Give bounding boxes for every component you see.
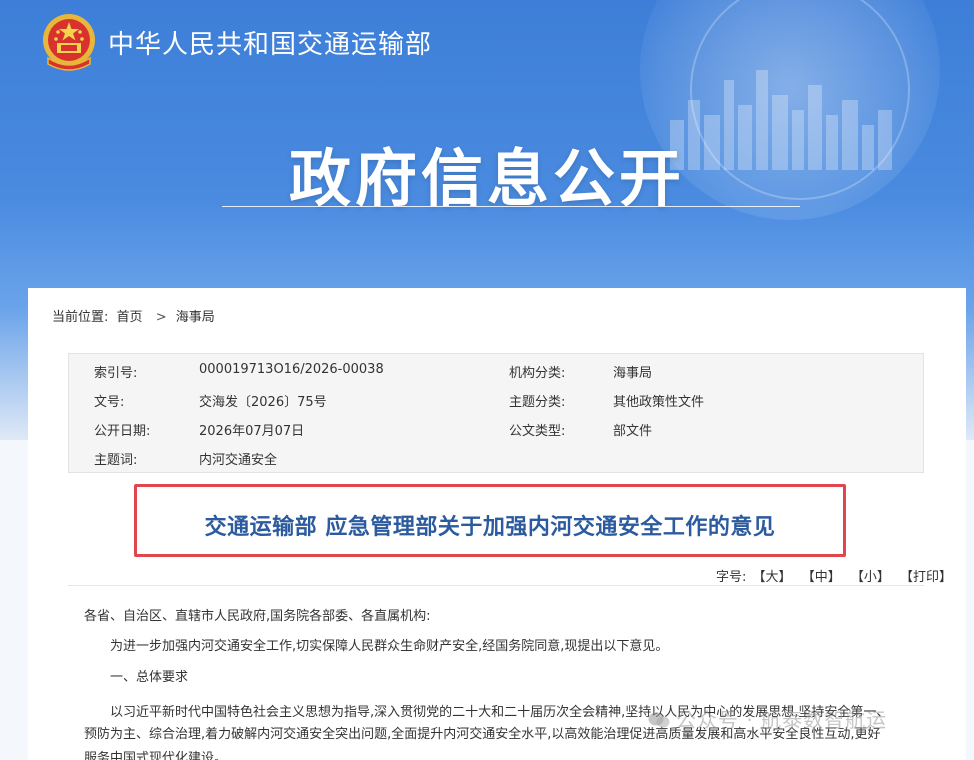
meta-value: 海事局	[613, 366, 653, 381]
national-emblem-icon	[43, 14, 95, 71]
banner-title: 政府信息公开	[288, 142, 685, 215]
banner-underline	[222, 206, 800, 207]
font-size-large-button[interactable]: 【大】	[753, 570, 792, 585]
font-size-controls: 字号: 【大】 【中】 【小】 【打印】	[716, 566, 958, 585]
breadcrumb-separator: >	[155, 310, 167, 325]
meta-value: 000019713O16/2026-00038	[199, 362, 384, 377]
meta-row: 文号: 交海发〔2026〕75号 主题分类: 其他政策性文件	[69, 383, 923, 412]
font-size-small-button[interactable]: 【小】	[851, 570, 890, 585]
wechat-icon	[648, 712, 670, 728]
content-panel: 当前位置: 首页 > 海事局 索引号: 000019713O16/2026-00…	[28, 288, 966, 760]
watermark: 公众号 · 航泰数智航运	[648, 704, 887, 733]
document-title: 交通运输部 应急管理部关于加强内河交通安全工作的意见	[204, 515, 776, 540]
font-size-label: 字号:	[716, 570, 747, 585]
watermark-text: 公众号 · 航泰数智航运	[676, 708, 888, 732]
document-meta-table: 索引号: 000019713O16/2026-00038 机构分类: 海事局 文…	[68, 353, 924, 473]
meta-value: 其他政策性文件	[613, 395, 705, 410]
meta-key: 公开日期:	[94, 424, 151, 439]
paragraph-line: 服务中国式现代化建设。	[84, 751, 228, 760]
salutation: 各省、自治区、直辖市人民政府,国务院各部委、各直属机构:	[84, 609, 431, 624]
meta-row: 索引号: 000019713O16/2026-00038 机构分类: 海事局	[69, 354, 923, 383]
meta-value: 交海发〔2026〕75号	[199, 395, 327, 410]
meta-value: 部文件	[613, 424, 653, 439]
breadcrumb-maritime-link[interactable]: 海事局	[176, 310, 215, 325]
breadcrumb-label: 当前位置:	[52, 310, 109, 325]
intro-paragraph: 为进一步加强内河交通安全工作,切实保障人民群众生命财产安全,经国务院同意,现提出…	[110, 639, 669, 654]
breadcrumb: 当前位置: 首页 > 海事局	[52, 306, 219, 325]
print-button[interactable]: 【打印】	[900, 570, 952, 585]
document-title-highlight: 交通运输部 应急管理部关于加强内河交通安全工作的意见	[134, 484, 846, 557]
meta-value: 2026年07月07日	[199, 424, 305, 439]
meta-value: 内河交通安全	[199, 453, 278, 468]
section-heading: 一、总体要求	[110, 670, 189, 685]
meta-key: 机构分类:	[509, 366, 566, 381]
meta-key: 文号:	[94, 395, 125, 410]
divider	[68, 585, 924, 586]
meta-row: 主题词: 内河交通安全	[69, 441, 923, 470]
meta-row: 公开日期: 2026年07月07日 公文类型: 部文件	[69, 412, 923, 441]
meta-key: 主题分类:	[509, 395, 566, 410]
meta-key: 主题词:	[94, 453, 138, 468]
meta-key: 公文类型:	[509, 424, 566, 439]
breadcrumb-home-link[interactable]: 首页	[117, 310, 143, 325]
meta-key: 索引号:	[94, 366, 138, 381]
ministry-name: 中华人民共和国交通运输部	[108, 30, 433, 60]
font-size-medium-button[interactable]: 【中】	[802, 570, 841, 585]
